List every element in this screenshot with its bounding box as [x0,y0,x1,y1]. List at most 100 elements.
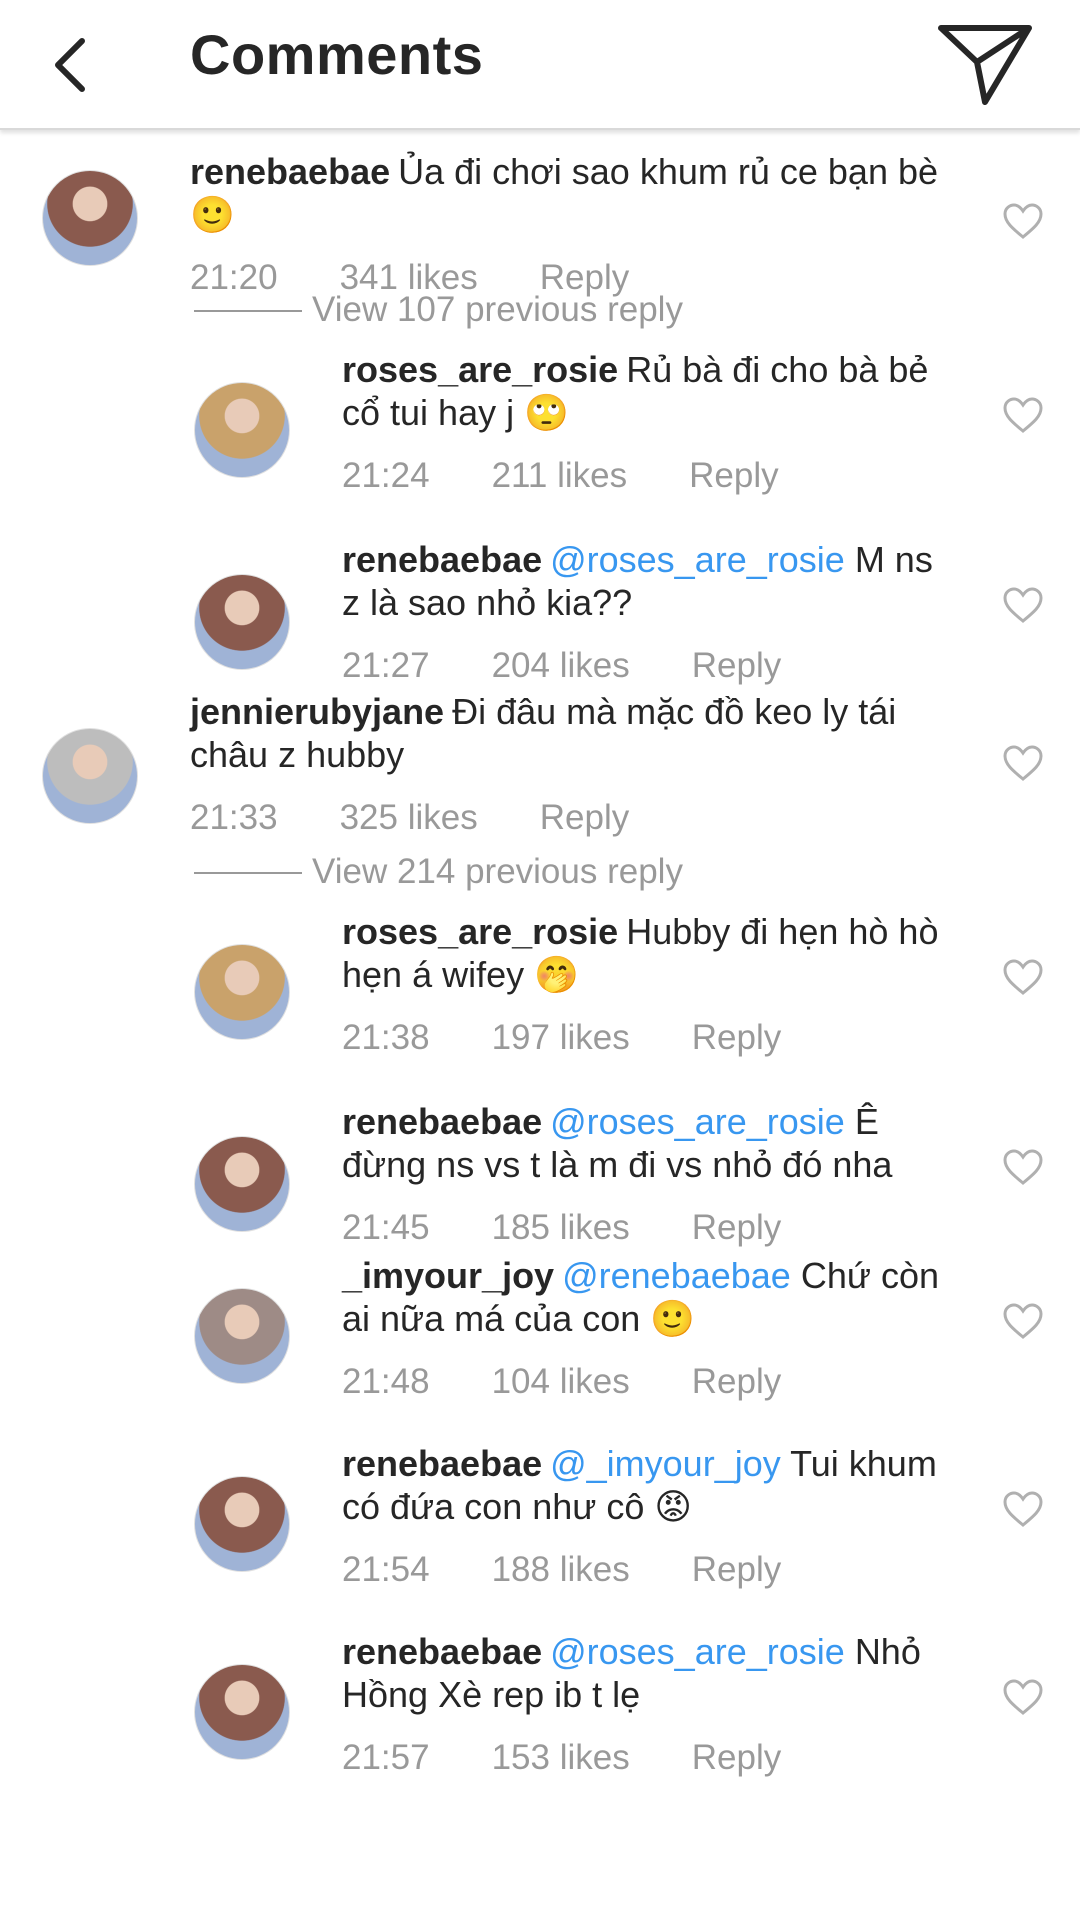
comment-meta: 21:24 211 likes Reply [342,456,960,496]
heart-icon[interactable] [1002,202,1044,240]
back-button[interactable] [30,20,110,110]
heart-icon[interactable] [1002,1490,1044,1528]
heart-icon[interactable] [1002,1302,1044,1340]
comment-username[interactable]: renebaebae [342,1101,542,1142]
reply-button[interactable]: Reply [692,1018,781,1058]
reply-button[interactable]: Reply [692,1738,781,1778]
comment-time: 21:24 [342,456,430,495]
page-title: Comments [190,23,484,86]
reply-button[interactable]: Reply [692,646,781,686]
comment-meta: 21:45 185 likes Reply [342,1208,960,1248]
mention-link[interactable]: @roses_are_rosie [550,539,845,580]
reply-item: renebaebae @roses_are_rosie M ns z là sao… [0,528,1080,686]
comment-body: renebaebae Ủa đi chơi sao khum rủ ce bạn … [190,150,960,298]
comment-username[interactable]: roses_are_rosie [342,911,618,952]
comment-likes[interactable]: 104 likes [492,1362,630,1402]
comment-meta: 21:33 325 likes Reply [190,798,960,838]
comment-list: renebaebae Ủa đi chơi sao khum rủ ce bạn … [0,130,1080,1810]
comment-time: 21:27 [342,646,430,685]
reply-item: renebaebae @roses_are_rosie Ê đừng ns vs … [0,1090,1080,1248]
comment-item: jennierubyjane Đi đâu mà mặc đồ keo ly tá… [0,684,1080,842]
reply-item: _imyour_joy @renebaebae Chứ còn ai nữa má… [0,1246,1080,1434]
reply-item: roses_are_rosie Hubby đi hẹn hò hò hẹn á … [0,902,1080,1090]
top-bar: Comments [0,0,1080,130]
comment-likes[interactable]: 197 likes [492,1018,630,1058]
heart-icon[interactable] [1002,396,1044,434]
avatar[interactable] [194,1664,290,1760]
divider [194,872,302,874]
view-replies-label[interactable]: View 214 previous reply [312,852,683,892]
divider [194,310,302,312]
comment-username[interactable]: renebaebae [342,1443,542,1484]
comment-time: 21:54 [342,1550,430,1589]
avatar[interactable] [194,1476,290,1572]
avatar[interactable] [194,944,290,1040]
comment-time: 21:48 [342,1362,430,1401]
view-replies-label[interactable]: View 107 previous reply [312,290,683,330]
avatar[interactable] [194,574,290,670]
reply-item: renebaebae @roses_are_rosie Nhỏ Hồng Xè r… [0,1622,1080,1810]
reply-item: roses_are_rosie Rủ bà đi cho bà bẻ cổ tui… [0,340,1080,528]
comment-text: jennierubyjane Đi đâu mà mặc đồ keo ly tá… [190,690,960,776]
comment-likes[interactable]: 153 likes [492,1738,630,1778]
comment-time: 21:45 [342,1208,430,1247]
comment-likes[interactable]: 211 likes [492,456,628,496]
comment-text: roses_are_rosie Rủ bà đi cho bà bẻ cổ tui… [342,348,960,434]
comment-username[interactable]: renebaebae [190,151,390,192]
comment-body: jennierubyjane Đi đâu mà mặc đồ keo ly tá… [190,690,960,838]
mention-link[interactable]: @roses_are_rosie [550,1101,845,1142]
comment-username[interactable]: jennierubyjane [190,691,444,732]
comment-body: renebaebae @_imyour_joy Tui khum có đứa c… [342,1442,960,1590]
avatar[interactable] [194,382,290,478]
comment-time: 21:57 [342,1738,430,1777]
comment-likes[interactable]: 204 likes [492,646,630,686]
mention-link[interactable]: @_imyour_joy [550,1443,781,1484]
heart-icon[interactable] [1002,1678,1044,1716]
heart-icon[interactable] [1002,958,1044,996]
comment-body: renebaebae @roses_are_rosie Ê đừng ns vs … [342,1100,960,1248]
heart-icon[interactable] [1002,744,1044,782]
comment-item: renebaebae Ủa đi chơi sao khum rủ ce bạn … [0,130,1080,297]
comment-body: roses_are_rosie Rủ bà đi cho bà bẻ cổ tui… [342,348,960,496]
comment-text: renebaebae @roses_are_rosie Ê đừng ns vs … [342,1100,960,1186]
heart-icon[interactable] [1002,1148,1044,1186]
comment-text: renebaebae Ủa đi chơi sao khum rủ ce bạn … [190,150,960,236]
comment-meta: 21:27 204 likes Reply [342,646,960,686]
comment-body: roses_are_rosie Hubby đi hẹn hò hò hẹn á … [342,910,960,1058]
comment-text: _imyour_joy @renebaebae Chứ còn ai nữa má… [342,1254,960,1340]
comment-likes[interactable]: 185 likes [492,1208,630,1248]
comment-text: roses_are_rosie Hubby đi hẹn hò hò hẹn á … [342,910,960,996]
avatar[interactable] [42,170,138,266]
comment-body: renebaebae @roses_are_rosie M ns z là sao… [342,538,960,686]
comment-meta: 21:57 153 likes Reply [342,1738,960,1778]
comment-body: _imyour_joy @renebaebae Chứ còn ai nữa má… [342,1254,960,1402]
avatar[interactable] [194,1288,290,1384]
mention-link[interactable]: @roses_are_rosie [550,1631,845,1672]
comment-username[interactable]: renebaebae [342,539,542,580]
reply-button[interactable]: Reply [689,456,778,496]
reply-button[interactable]: Reply [692,1208,781,1248]
view-previous-replies[interactable]: View 214 previous reply [0,842,1080,902]
heart-icon[interactable] [1002,586,1044,624]
view-previous-replies[interactable]: View 107 previous reply [0,280,1080,340]
mention-link[interactable]: @renebaebae [562,1255,791,1296]
comment-username[interactable]: roses_are_rosie [342,349,618,390]
avatar[interactable] [194,1136,290,1232]
comment-username[interactable]: renebaebae [342,1631,542,1672]
comment-meta: 21:54 188 likes Reply [342,1550,960,1590]
reply-button[interactable]: Reply [692,1362,781,1402]
comment-meta: 21:48 104 likes Reply [342,1362,960,1402]
reply-button[interactable]: Reply [540,798,629,838]
avatar[interactable] [42,728,138,824]
comment-text: renebaebae @roses_are_rosie Nhỏ Hồng Xè r… [342,1630,960,1716]
comment-text: renebaebae @_imyour_joy Tui khum có đứa c… [342,1442,960,1528]
reply-item: renebaebae @_imyour_joy Tui khum có đứa c… [0,1434,1080,1622]
comment-username[interactable]: _imyour_joy [342,1255,554,1296]
comment-time: 21:33 [190,798,278,837]
comment-body: renebaebae @roses_are_rosie Nhỏ Hồng Xè r… [342,1630,960,1778]
comment-likes[interactable]: 188 likes [492,1550,630,1590]
chevron-left-icon [55,38,85,92]
reply-button[interactable]: Reply [692,1550,781,1590]
share-button[interactable] [930,10,1040,120]
comment-likes[interactable]: 325 likes [340,798,478,838]
